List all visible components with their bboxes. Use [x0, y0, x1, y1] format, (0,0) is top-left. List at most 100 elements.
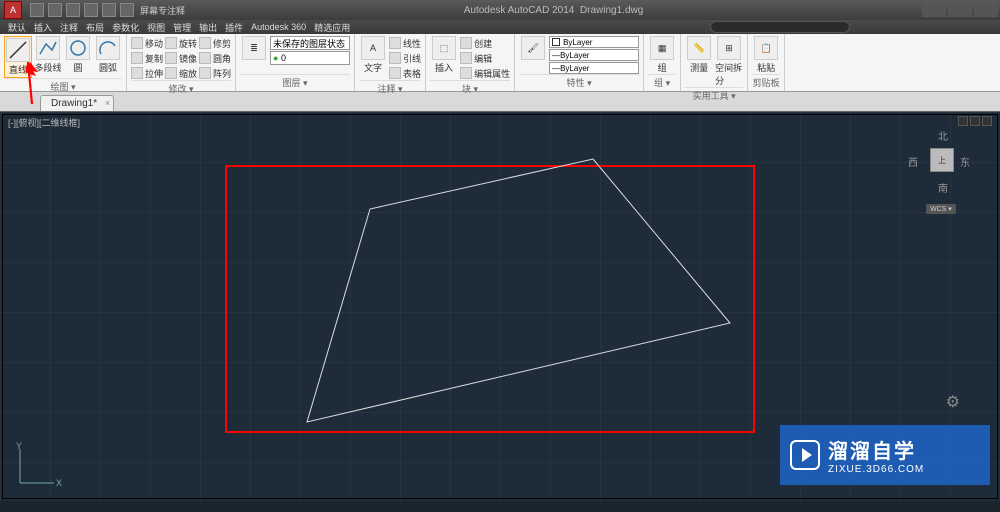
nav-wheel-icon[interactable]: ⚙ [946, 392, 960, 412]
text-button[interactable]: A文字 [359, 36, 387, 74]
panel-prop-label[interactable]: 特性 ▾ [519, 74, 639, 89]
tab-parametric[interactable]: 参数化 [112, 21, 139, 34]
rotate-button[interactable]: 旋转 [165, 36, 197, 50]
panel-draw-label[interactable]: 绘图 ▾ [4, 78, 122, 93]
polyline-icon [36, 36, 60, 60]
tab-default[interactable]: 默认 [8, 21, 26, 34]
doc-tab-label: Drawing1* [51, 98, 97, 109]
tab-insert[interactable]: 插入 [34, 21, 52, 34]
edit-block-button[interactable]: 编辑 [460, 51, 510, 65]
copy-button[interactable]: 复制 [131, 51, 163, 65]
watermark: 溜溜自学 ZIXUE.3D66.COM [780, 425, 990, 485]
tab-featured[interactable]: 精选应用 [314, 21, 350, 34]
layers-icon: ≣ [242, 36, 266, 60]
mirror-button[interactable]: 镜像 [165, 51, 197, 65]
watermark-title: 溜溜自学 [828, 435, 924, 464]
doc-tab-drawing1[interactable]: Drawing1* × [40, 95, 114, 111]
line-icon [6, 38, 30, 62]
app-icon[interactable]: A [4, 1, 22, 19]
panel-layer-label[interactable]: 图层 ▾ [240, 74, 350, 89]
window-controls [922, 3, 998, 17]
panel-modify-label[interactable]: 修改 ▾ [131, 80, 231, 95]
panel-clip-label[interactable]: 剪贴板 [752, 74, 780, 89]
close-button[interactable] [974, 3, 998, 17]
group-icon: ▦ [650, 36, 674, 60]
move-button[interactable]: 移动 [131, 36, 163, 50]
stretch-button[interactable]: 拉伸 [131, 66, 163, 80]
view-cube[interactable]: 北 西 东 南 上 WCS ▾ [912, 124, 972, 204]
qat-redo-icon[interactable] [102, 3, 116, 17]
layer-properties-button[interactable]: ≣ [240, 36, 268, 61]
match-prop-button[interactable]: 🖌 [519, 36, 547, 61]
panel-block-label[interactable]: 块 ▾ [430, 80, 510, 95]
title-bar: A 屏幕专注释 Autodesk AutoCAD 2014 Drawing1.d… [0, 0, 1000, 20]
scale-button[interactable]: 缩放 [165, 66, 197, 80]
navcube-west[interactable]: 西 [908, 154, 918, 169]
insert-block-button[interactable]: ⬚插入 [430, 36, 458, 74]
tab-layout[interactable]: 布局 [86, 21, 104, 34]
maximize-button[interactable] [948, 3, 972, 17]
measure-button[interactable]: 📏测量 [685, 36, 713, 74]
ribbon-tabs: 默认 插入 注释 布局 参数化 视图 管理 输出 插件 Autodesk 360… [0, 20, 1000, 34]
workspace-label[interactable]: 屏幕专注释 [140, 4, 185, 17]
trim-icon [199, 37, 211, 49]
tab-view[interactable]: 视图 [147, 21, 165, 34]
navcube-east[interactable]: 东 [960, 154, 970, 169]
panel-draw: 直线 多段线 圆 圆弧 绘图 ▾ [0, 34, 127, 91]
tab-plugins[interactable]: 插件 [225, 21, 243, 34]
circle-button[interactable]: 圆 [64, 36, 92, 74]
panel-annot-label[interactable]: 注释 ▾ [359, 80, 421, 95]
tab-annotate[interactable]: 注释 [60, 21, 78, 34]
measure-icon: 📏 [687, 36, 711, 60]
stretch-icon [131, 67, 143, 79]
tab-manage[interactable]: 管理 [173, 21, 191, 34]
document-tabs: Drawing1* × [0, 92, 1000, 112]
qat-open-icon[interactable] [48, 3, 62, 17]
tab-autodesk360[interactable]: Autodesk 360 [251, 22, 306, 32]
array-button[interactable]: 阵列 [199, 66, 231, 80]
rotate-icon [165, 37, 177, 49]
paste-button[interactable]: 📋粘贴 [752, 36, 780, 74]
move-icon [131, 37, 143, 49]
minimize-button[interactable] [922, 3, 946, 17]
array-icon [199, 67, 211, 79]
copy-icon [131, 52, 143, 64]
viewport-label[interactable]: [-][俯视][二维线框] [8, 116, 80, 129]
arc-label: 圆弧 [99, 61, 117, 74]
navcube-wcs[interactable]: WCS ▾ [926, 204, 956, 214]
arc-button[interactable]: 圆弧 [94, 36, 122, 74]
vp-close-icon[interactable] [982, 116, 992, 126]
create-block-button[interactable]: 创建 [460, 36, 510, 50]
navcube-top-face[interactable]: 上 [930, 148, 954, 172]
edit-attr-button[interactable]: 编辑属性 [460, 66, 510, 80]
fillet-button[interactable]: 圆角 [199, 51, 231, 65]
linear-dim-button[interactable]: 线性 [389, 36, 421, 50]
tab-output[interactable]: 输出 [199, 21, 217, 34]
leader-button[interactable]: 引线 [389, 51, 421, 65]
qat-new-icon[interactable] [30, 3, 44, 17]
close-tab-icon[interactable]: × [105, 98, 110, 108]
group-button[interactable]: ▦组 [648, 36, 676, 74]
lineweight-combo[interactable]: — ByLayer [549, 49, 639, 61]
layer-current-combo[interactable]: ● 0 [270, 51, 350, 65]
navcube-south[interactable]: 南 [938, 180, 948, 195]
help-search-input[interactable] [710, 21, 850, 33]
line-label: 直线 [9, 63, 27, 76]
split-button[interactable]: ⊞空间拆分 [715, 36, 743, 87]
panel-util-label[interactable]: 实用工具 ▾ [685, 87, 743, 102]
trim-button[interactable]: 修剪 [199, 36, 231, 50]
table-button[interactable]: 表格 [389, 66, 421, 80]
panel-group-label[interactable]: 组 ▾ [648, 74, 676, 89]
line-button[interactable]: 直线 [4, 36, 32, 78]
qat-save-icon[interactable] [66, 3, 80, 17]
navcube-north[interactable]: 北 [938, 128, 948, 143]
color-combo[interactable]: ByLayer [549, 36, 639, 48]
qat-undo-icon[interactable] [84, 3, 98, 17]
layer-state-combo[interactable]: 未保存的图层状态 [270, 36, 350, 50]
circle-icon [66, 36, 90, 60]
linetype-combo[interactable]: — ByLayer [549, 62, 639, 74]
ucs-icon[interactable]: X Y [12, 441, 62, 491]
scale-icon [165, 67, 177, 79]
qat-print-icon[interactable] [120, 3, 134, 17]
polyline-button[interactable]: 多段线 [34, 36, 62, 74]
